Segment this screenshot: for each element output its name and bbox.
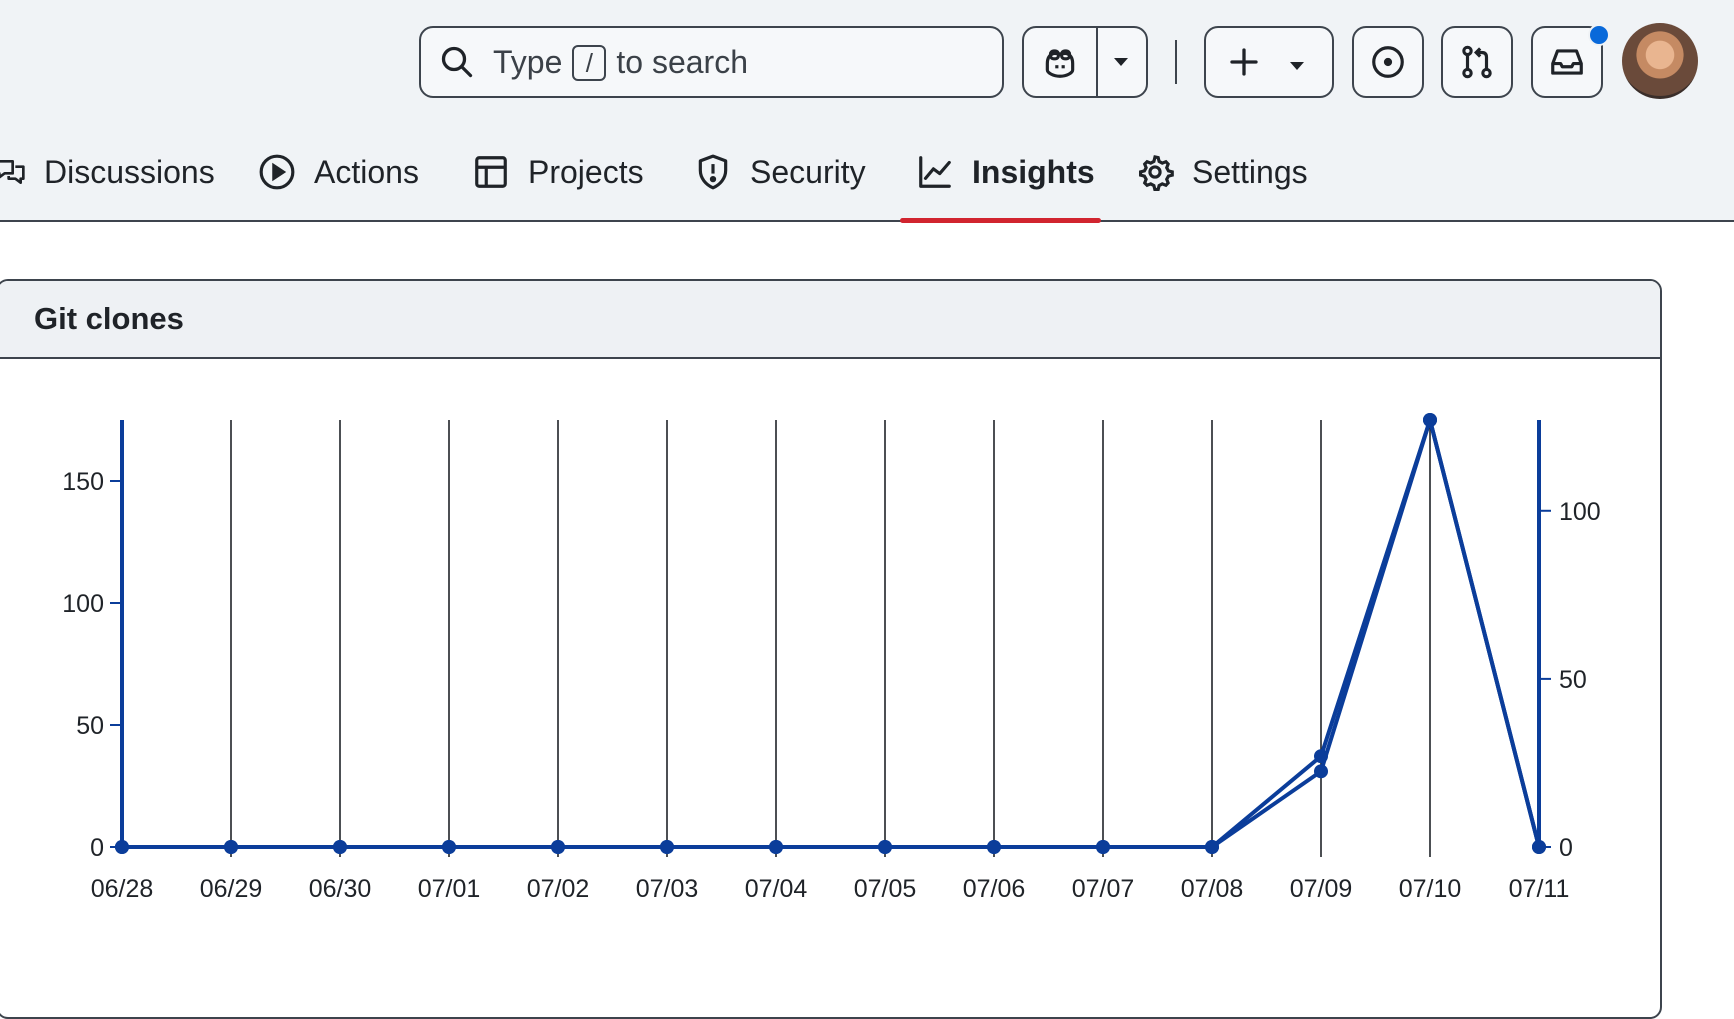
right-axis-tick-label: 100	[1559, 498, 1601, 526]
chevron-down-icon	[1290, 62, 1304, 70]
copilot-menu-button[interactable]	[1098, 28, 1146, 96]
create-new-button[interactable]	[1204, 26, 1334, 98]
tab-label: Actions	[314, 153, 419, 190]
left-axis-tick-label: 50	[76, 712, 104, 740]
search-suffix: to search	[616, 44, 748, 80]
data-point	[1096, 840, 1110, 854]
data-point	[660, 840, 674, 854]
header-divider	[1175, 40, 1177, 84]
series-line-1	[122, 418, 1541, 849]
tab-actions[interactable]: Actions	[258, 150, 419, 194]
right-axis-tick-label: 0	[1559, 834, 1573, 862]
copilot-button-group	[1022, 26, 1148, 98]
search-shortcut-key: /	[572, 44, 607, 81]
tab-label: Settings	[1192, 153, 1308, 190]
left-axis-tick-label: 150	[62, 468, 104, 496]
tab-label: Insights	[972, 153, 1095, 190]
data-point	[1314, 764, 1328, 779]
x-axis-tick-label: 07/08	[1181, 875, 1244, 903]
active-tab-indicator	[900, 218, 1101, 223]
tab-settings[interactable]: Settings	[1136, 150, 1308, 194]
x-axis-tick-label: 07/02	[527, 875, 590, 903]
gear-icon	[1139, 155, 1174, 191]
discussions-icon	[0, 160, 25, 184]
pull-request-icon	[1462, 45, 1492, 79]
issues-button[interactable]	[1352, 26, 1424, 98]
copilot-icon	[1045, 49, 1075, 78]
shield-icon	[698, 154, 728, 190]
x-axis-tick-label: 07/04	[745, 875, 808, 903]
right-axis-tick-label: 50	[1559, 666, 1587, 694]
search-input[interactable]: Type / to search	[419, 26, 1004, 98]
tab-label: Discussions	[44, 153, 215, 190]
search-placeholder: Type / to search	[493, 44, 748, 81]
top-header: Type / to search Discussions Actions Pro…	[0, 0, 1734, 223]
x-axis-tick-label: 07/01	[418, 875, 481, 903]
data-point	[1205, 840, 1219, 854]
x-axis-tick-label: 07/05	[854, 875, 917, 903]
data-point	[987, 840, 1001, 854]
left-axis-tick-label: 0	[90, 834, 104, 862]
x-axis-tick-label: 06/30	[309, 875, 372, 903]
x-axis-tick-label: 07/03	[636, 875, 699, 903]
data-point	[1532, 840, 1546, 854]
series-line-2	[122, 418, 1541, 849]
panel-header: Git clones	[0, 281, 1660, 359]
tab-projects[interactable]: Projects	[472, 150, 644, 194]
tab-insights[interactable]: Insights	[916, 150, 1095, 194]
git-clones-chart: 0 50 100 150 0 50 100 06/28 06/29 06/30 07/01 07/02…	[62, 413, 1601, 903]
inbox-icon	[1551, 49, 1583, 75]
tab-discussions[interactable]: Discussions	[0, 150, 215, 194]
play-icon	[259, 154, 295, 190]
tab-security[interactable]: Security	[694, 150, 866, 194]
search-prefix: Type	[493, 44, 563, 80]
x-axis-tick-label: 07/06	[963, 875, 1026, 903]
issues-icon	[1372, 46, 1404, 78]
data-point	[769, 840, 783, 854]
x-axis-tick-label: 07/07	[1072, 875, 1135, 903]
notification-dot	[1588, 24, 1610, 46]
data-point	[224, 840, 238, 854]
plus-icon	[1230, 48, 1258, 76]
x-axis-tick-label: 07/11	[1509, 875, 1570, 903]
panel-title: Git clones	[34, 301, 184, 336]
x-axis-tick-label: 07/09	[1290, 875, 1353, 903]
table-icon	[475, 156, 507, 188]
data-point	[115, 840, 129, 854]
data-point	[1314, 749, 1328, 764]
tab-label: Security	[750, 153, 866, 190]
graph-icon	[919, 156, 951, 188]
pull-requests-button[interactable]	[1441, 26, 1513, 98]
data-point	[442, 840, 456, 854]
x-axis-tick-label: 06/29	[200, 875, 263, 903]
x-axis-tick-label: 06/28	[91, 875, 154, 903]
data-point	[333, 840, 347, 854]
data-point	[1423, 413, 1437, 427]
tab-label: Projects	[528, 153, 644, 190]
data-point	[878, 840, 892, 854]
copilot-button[interactable]	[1024, 28, 1098, 96]
search-icon	[441, 46, 473, 78]
x-axis-tick-label: 07/10	[1399, 875, 1462, 903]
avatar[interactable]	[1622, 23, 1698, 99]
chevron-down-icon	[1114, 58, 1128, 66]
data-point	[551, 840, 565, 854]
left-axis-tick-label: 100	[62, 590, 104, 618]
